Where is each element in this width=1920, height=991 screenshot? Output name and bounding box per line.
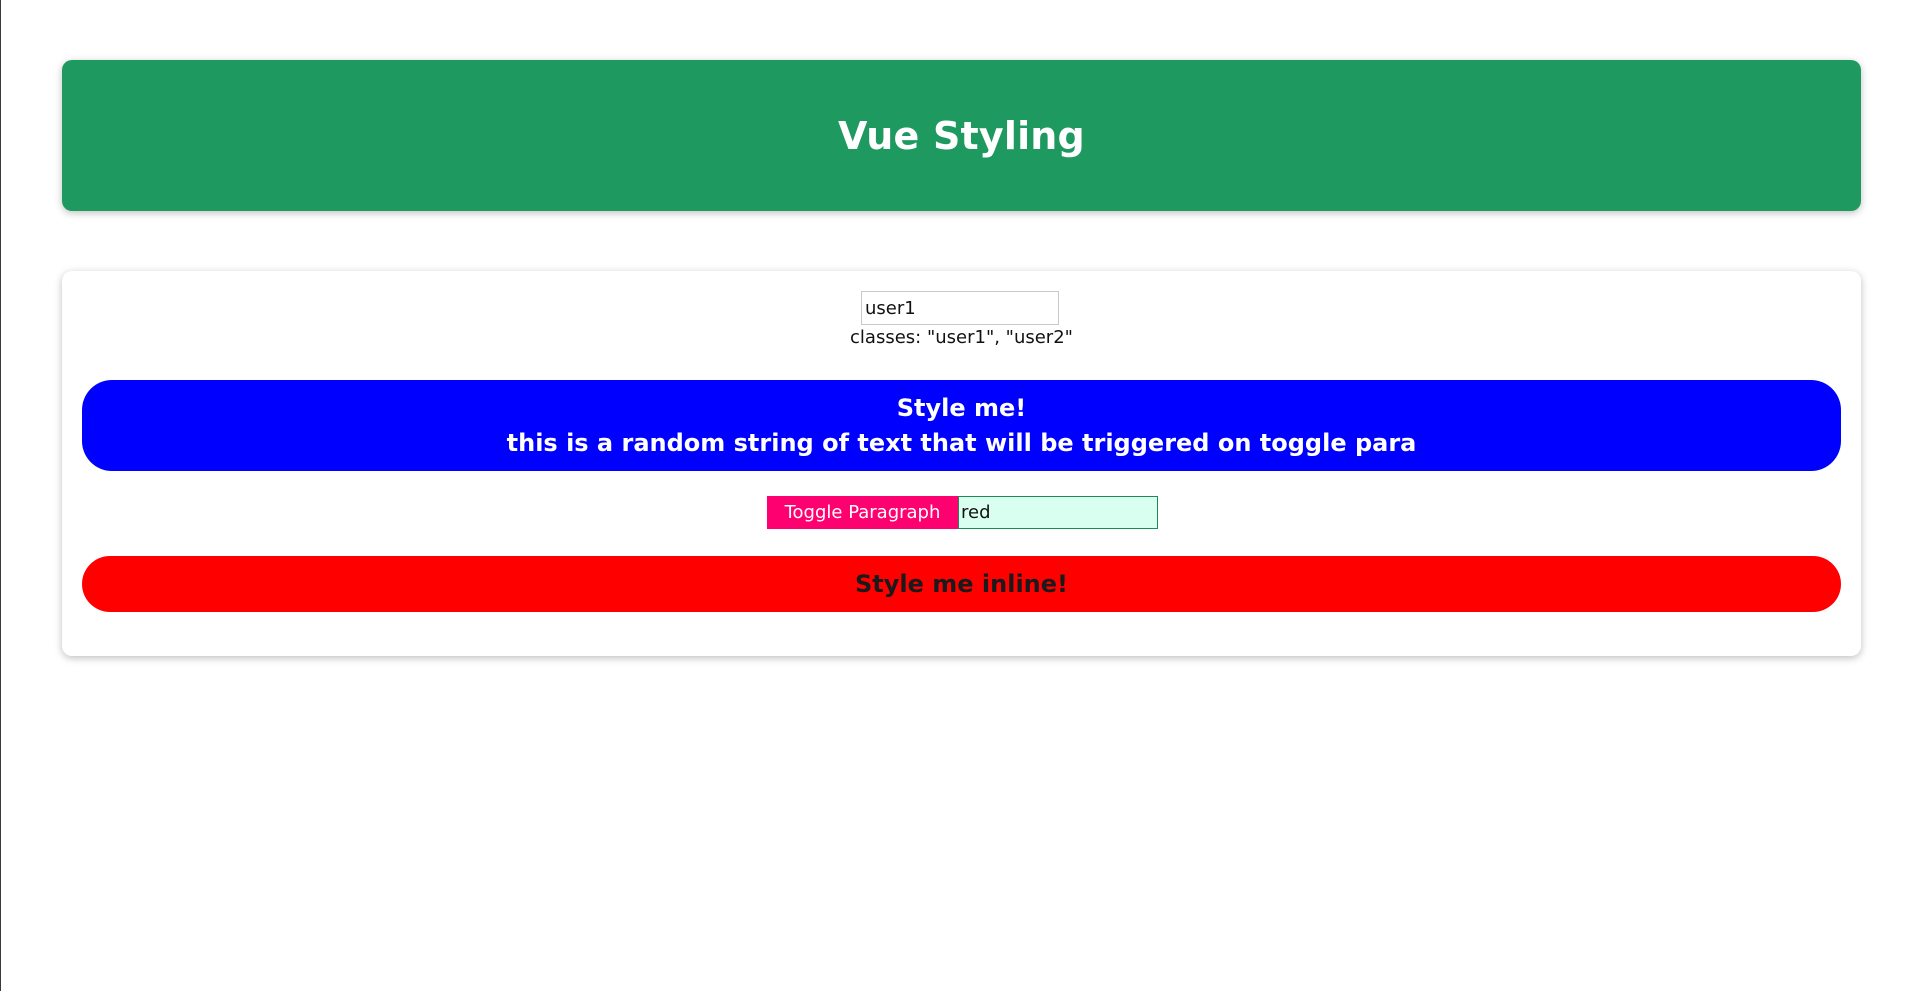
controls-row: Toggle Paragraph	[767, 496, 1158, 529]
page-title: Vue Styling	[838, 113, 1085, 158]
style-me-inline-label: Style me inline!	[855, 570, 1068, 598]
toggle-paragraph-text: this is a random string of text that wil…	[506, 428, 1417, 457]
class-input[interactable]	[861, 291, 1059, 325]
window-left-edge	[0, 0, 1, 991]
page-header: Vue Styling	[62, 60, 1861, 211]
main-card: classes: "user1", "user2" Style me! this…	[62, 271, 1861, 656]
classes-readout: classes: "user1", "user2"	[850, 327, 1073, 348]
style-me-title: Style me!	[896, 393, 1027, 422]
style-me-inline-box: Style me inline!	[82, 556, 1841, 612]
color-input[interactable]	[958, 496, 1158, 529]
toggle-paragraph-button[interactable]: Toggle Paragraph	[767, 496, 958, 529]
style-me-box: Style me! this is a random string of tex…	[82, 380, 1841, 471]
